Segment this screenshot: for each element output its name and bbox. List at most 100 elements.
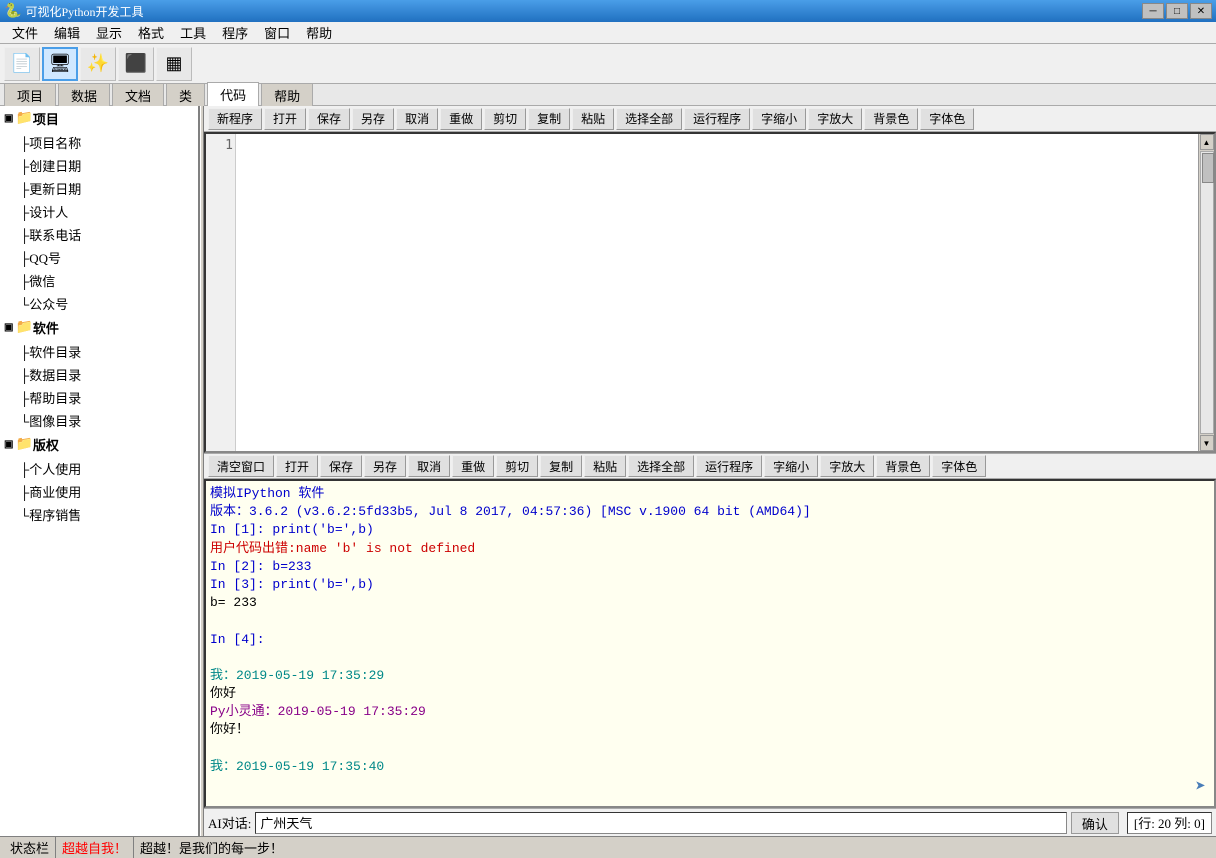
code-editor[interactable] <box>236 134 1198 451</box>
btn-bg-color2[interactable]: 背景色 <box>876 455 930 477</box>
scroll-up-arrow[interactable]: ▲ <box>1200 134 1214 150</box>
scroll-thumb[interactable] <box>1202 153 1214 183</box>
toolbar: 📄 🖥 ✨ ⬛ ▦ <box>0 44 1216 84</box>
btn-open2[interactable]: 打开 <box>276 455 318 477</box>
console-line <box>210 649 1210 667</box>
toolbar-editor[interactable]: 🖥 <box>42 47 78 81</box>
toolbar-new[interactable]: 📄 <box>4 47 40 81</box>
expand-project-icon[interactable]: ▣ <box>4 113 13 124</box>
btn-save2[interactable]: 保存 <box>320 455 362 477</box>
tree-item-designer[interactable]: ├设计人 <box>0 200 198 223</box>
tree-item-help-dir[interactable]: ├帮助目录 <box>0 386 198 409</box>
btn-save[interactable]: 保存 <box>308 108 350 130</box>
btn-font-larger[interactable]: 字放大 <box>808 108 862 130</box>
btn-run[interactable]: 运行程序 <box>684 108 750 130</box>
tree-item-data-dir[interactable]: ├数据目录 <box>0 363 198 386</box>
editor-area[interactable]: 1 ▲ ▼ <box>204 132 1216 453</box>
btn-cancel2[interactable]: 取消 <box>408 455 450 477</box>
btn-cut2[interactable]: 剪切 <box>496 455 538 477</box>
status-label: 状态栏 <box>10 838 49 857</box>
tab-class[interactable]: 类 <box>166 83 205 107</box>
btn-font-color2[interactable]: 字体色 <box>932 455 986 477</box>
tree-section-project[interactable]: ▣ 📁 项目 <box>0 106 198 131</box>
maximize-button[interactable]: □ <box>1166 3 1188 19</box>
menu-help[interactable]: 帮助 <box>298 21 340 44</box>
tree-item-personal-use[interactable]: ├个人使用 <box>0 457 198 480</box>
btn-cancel[interactable]: 取消 <box>396 108 438 130</box>
btn-copy2[interactable]: 复制 <box>540 455 582 477</box>
btn-redo[interactable]: 重做 <box>440 108 482 130</box>
menu-edit[interactable]: 编辑 <box>46 21 88 44</box>
btn-open[interactable]: 打开 <box>264 108 306 130</box>
console-line: 我：2019-05-19 17:35:29 <box>210 667 1210 685</box>
console-line <box>210 740 1210 758</box>
toolbar-magic[interactable]: ✨ <box>80 47 116 81</box>
btn-font-larger2[interactable]: 字放大 <box>820 455 874 477</box>
scroll-track[interactable] <box>1200 151 1214 434</box>
send-icon[interactable]: ➤ <box>1195 776 1206 798</box>
console-line: In [1]: print('b=',b) <box>210 521 1210 539</box>
btn-font-smaller[interactable]: 字缩小 <box>752 108 806 130</box>
tab-bar: 项目 数据 文档 类 代码 帮助 <box>0 84 1216 106</box>
btn-save-as[interactable]: 另存 <box>352 108 394 130</box>
tab-data[interactable]: 数据 <box>58 83 110 107</box>
minimize-button[interactable]: ─ <box>1142 3 1164 19</box>
tree-item-commercial-use[interactable]: ├商业使用 <box>0 480 198 503</box>
editor-scrollbar[interactable]: ▲ ▼ <box>1198 134 1214 451</box>
tree-item-program-sale[interactable]: └程序销售 <box>0 503 198 526</box>
close-button[interactable]: ✕ <box>1190 3 1212 19</box>
tab-code[interactable]: 代码 <box>207 82 259 107</box>
scroll-down-arrow[interactable]: ▼ <box>1200 435 1214 451</box>
btn-paste[interactable]: 粘贴 <box>572 108 614 130</box>
btn-select-all[interactable]: 选择全部 <box>616 108 682 130</box>
expand-software-icon[interactable]: ▣ <box>4 322 13 333</box>
menu-view[interactable]: 显示 <box>88 21 130 44</box>
tab-docs[interactable]: 文档 <box>112 83 164 107</box>
btn-save-as2[interactable]: 另存 <box>364 455 406 477</box>
toolbar-terminal[interactable]: ⬛ <box>118 47 154 81</box>
btn-font-color[interactable]: 字体色 <box>920 108 974 130</box>
tab-project[interactable]: 项目 <box>4 83 56 107</box>
menu-format[interactable]: 格式 <box>130 21 172 44</box>
tree-item-phone[interactable]: ├联系电话 <box>0 223 198 246</box>
menu-program[interactable]: 程序 <box>214 21 256 44</box>
tab-help[interactable]: 帮助 <box>261 83 313 107</box>
btn-bg-color[interactable]: 背景色 <box>864 108 918 130</box>
expand-copyright-icon[interactable]: ▣ <box>4 439 13 450</box>
btn-new[interactable]: 新程序 <box>208 108 262 130</box>
menu-window[interactable]: 窗口 <box>256 21 298 44</box>
btn-run2[interactable]: 运行程序 <box>696 455 762 477</box>
tree-item-project-name[interactable]: ├项目名称 <box>0 131 198 154</box>
btn-paste2[interactable]: 粘贴 <box>584 455 626 477</box>
btn-redo2[interactable]: 重做 <box>452 455 494 477</box>
toolbar-grid[interactable]: ▦ <box>156 47 192 81</box>
tree-item-wechat-official[interactable]: └公众号 <box>0 292 198 315</box>
status-bar: 状态栏 超越自我！ 超越！是我们的每一步！ <box>0 836 1216 858</box>
ai-confirm-button[interactable]: 确认 <box>1071 812 1119 834</box>
btn-select-all2[interactable]: 选择全部 <box>628 455 694 477</box>
tree-item-create-date[interactable]: ├创建日期 <box>0 154 198 177</box>
btn-font-smaller2[interactable]: 字缩小 <box>764 455 818 477</box>
tree-item-qq[interactable]: ├QQ号 <box>0 246 198 269</box>
cursor-position: [行: 20 列: 0] <box>1127 812 1212 834</box>
tree-item-image-dir[interactable]: └图像目录 <box>0 409 198 432</box>
title-bar-title: 🐍 可视化Python开发工具 <box>4 3 143 20</box>
line-numbers: 1 <box>206 134 236 451</box>
ai-input[interactable] <box>255 812 1067 834</box>
tree-section-software[interactable]: ▣ 📁 软件 <box>0 315 198 340</box>
title-bar: 🐍 可视化Python开发工具 ─ □ ✕ <box>0 0 1216 22</box>
menu-file[interactable]: 文件 <box>4 21 46 44</box>
tree-item-software-dir[interactable]: ├软件目录 <box>0 340 198 363</box>
row-label: [行: 20 列: 0] <box>1134 813 1205 832</box>
btn-cut[interactable]: 剪切 <box>484 108 526 130</box>
tree-item-wechat[interactable]: ├微信 <box>0 269 198 292</box>
console-area[interactable]: 模拟IPython 软件 版本：3.6.2 (v3.6.2:5fd33b5, J… <box>204 479 1216 808</box>
menu-tools[interactable]: 工具 <box>172 21 214 44</box>
tree-section-copyright[interactable]: ▣ 📁 版权 <box>0 432 198 457</box>
btn-copy[interactable]: 复制 <box>528 108 570 130</box>
tree-item-update-date[interactable]: ├更新日期 <box>0 177 198 200</box>
console-line: 你好！ <box>210 721 1210 739</box>
copyright-folder-icon: 📁 <box>15 436 32 453</box>
console-line: In [3]: print('b=',b) <box>210 576 1210 594</box>
btn-clear-window[interactable]: 清空窗口 <box>208 455 274 477</box>
